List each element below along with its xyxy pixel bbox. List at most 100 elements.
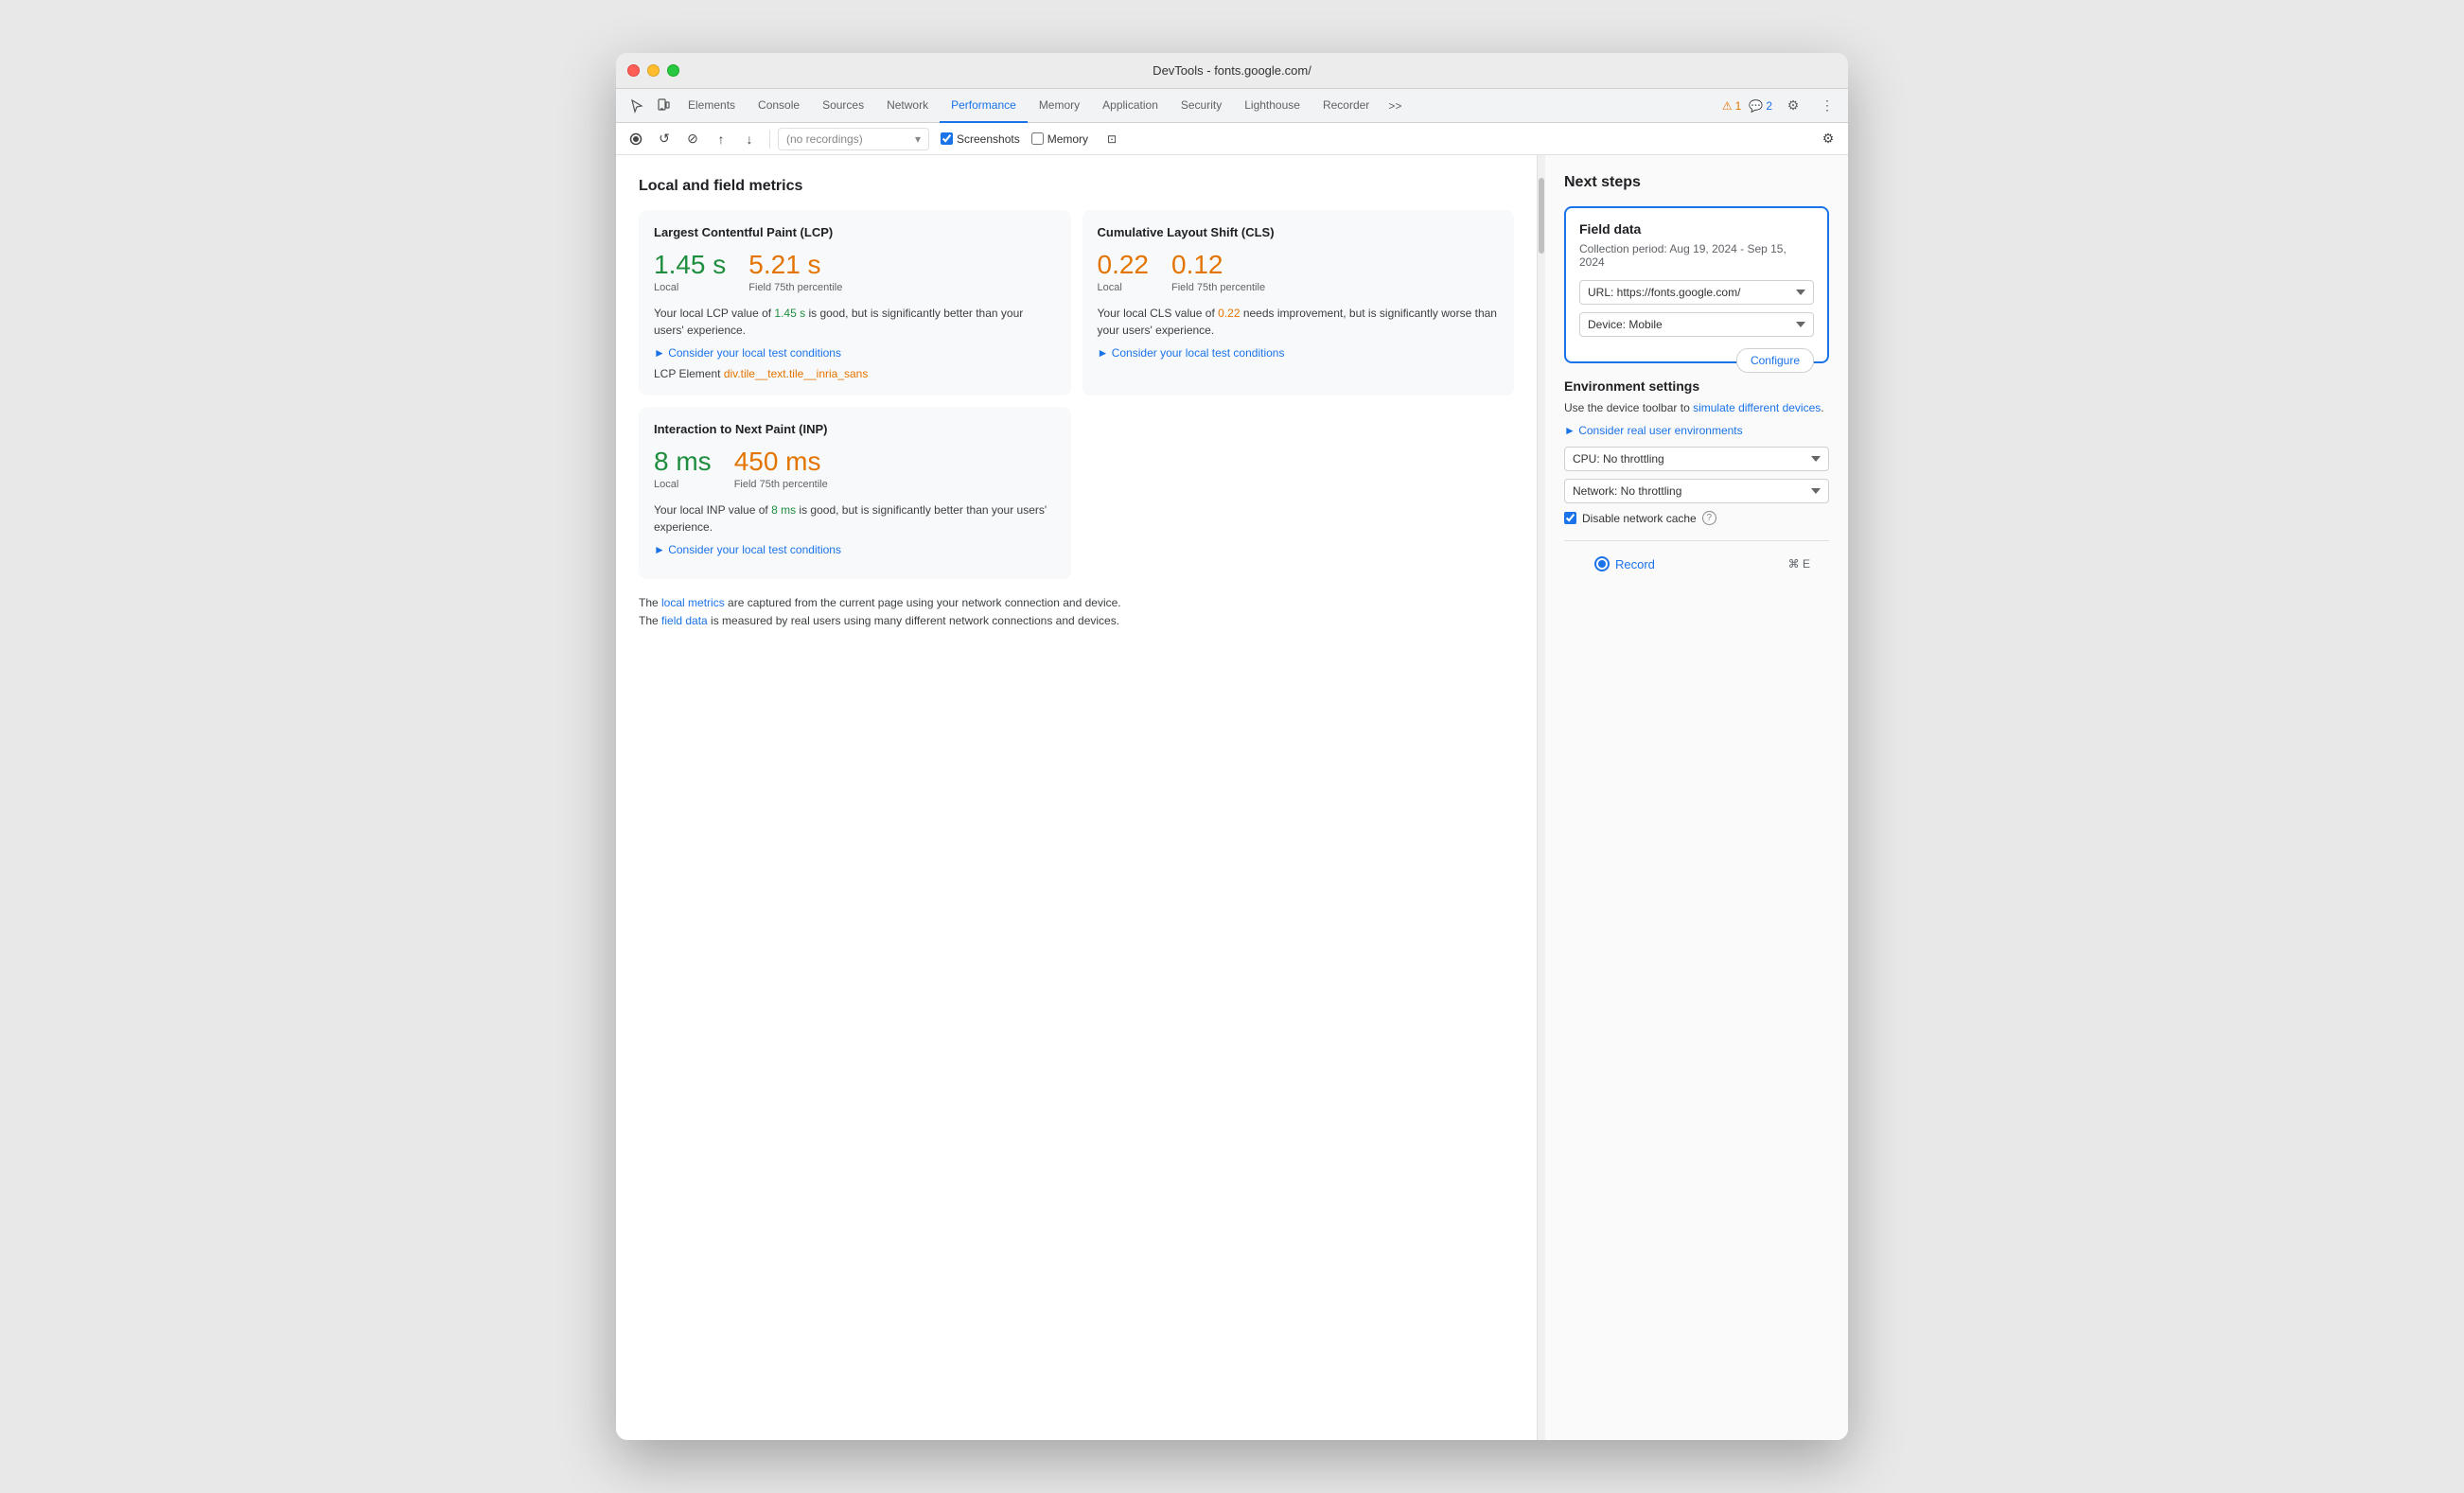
disable-cache-label: Disable network cache [1582, 512, 1697, 525]
tab-recorder[interactable]: Recorder [1311, 89, 1381, 123]
section-title: Local and field metrics [639, 178, 1514, 195]
lcp-local-group: 1.45 s Local [654, 251, 726, 293]
info-badge[interactable]: 💬 2 [1749, 99, 1772, 113]
tab-elements[interactable]: Elements [677, 89, 747, 123]
close-button[interactable] [627, 64, 640, 77]
simulate-link[interactable]: simulate different devices [1693, 401, 1821, 414]
disable-cache-group: Disable network cache ? [1564, 511, 1829, 525]
toolbar-right: ⚙ [1816, 127, 1840, 151]
device-select[interactable]: Device: Mobile [1579, 312, 1814, 337]
inp-description: Your local INP value of 8 ms is good, bu… [654, 501, 1056, 536]
tab-network[interactable]: Network [875, 89, 940, 123]
record-btn-toolbar[interactable] [624, 127, 648, 151]
field-data-link[interactable]: field data [661, 614, 708, 627]
inp-values: 8 ms Local 450 ms Field 75th percentile [654, 448, 1056, 490]
env-description: Use the device toolbar to simulate diffe… [1564, 399, 1829, 416]
network-select[interactable]: Network: No throttling [1564, 479, 1829, 503]
screenshots-checkbox-label[interactable]: Screenshots [941, 132, 1020, 146]
tab-security[interactable]: Security [1170, 89, 1233, 123]
metrics-grid-top: Largest Contentful Paint (LCP) 1.45 s Lo… [639, 210, 1514, 395]
toolbar-divider-1 [769, 130, 770, 149]
memory-checkbox[interactable] [1031, 132, 1044, 145]
record-circle [1594, 556, 1610, 571]
inp-card: Interaction to Next Paint (INP) 8 ms Loc… [639, 407, 1071, 579]
lcp-title: Largest Contentful Paint (LCP) [654, 225, 1056, 239]
local-metrics-link[interactable]: local metrics [661, 596, 725, 609]
lcp-field-label: Field 75th percentile [748, 282, 842, 293]
cls-consider[interactable]: ► Consider your local test conditions [1098, 346, 1500, 360]
env-consider[interactable]: ► Consider real user environments [1564, 424, 1829, 437]
lcp-values: 1.45 s Local 5.21 s Field 75th percentil… [654, 251, 1056, 293]
inp-consider[interactable]: ► Consider your local test conditions [654, 543, 1056, 556]
settings-icon-btn[interactable]: ⚙ [1780, 93, 1806, 119]
cls-card: Cumulative Layout Shift (CLS) 0.22 Local… [1082, 210, 1515, 395]
warning-count: 1 [1735, 99, 1742, 113]
clear-btn[interactable]: ⊘ [680, 127, 705, 151]
scrollbar-thumb[interactable] [1539, 178, 1544, 254]
cpu-select[interactable]: CPU: No throttling [1564, 447, 1829, 471]
memory-label: Memory [1047, 132, 1088, 146]
tab-sources[interactable]: Sources [811, 89, 875, 123]
field-data-title: Field data [1579, 221, 1814, 237]
env-title: Environment settings [1564, 378, 1829, 394]
env-desc-suffix: . [1821, 401, 1823, 414]
help-icon[interactable]: ? [1702, 511, 1716, 525]
field-data-card: Field data Collection period: Aug 19, 20… [1564, 206, 1829, 363]
more-options-btn[interactable]: ⋮ [1814, 93, 1840, 119]
toolbar-checkboxes: Screenshots Memory ⊡ [941, 127, 1124, 151]
record-shortcut: ⌘ E [1788, 557, 1810, 571]
window-title: DevTools - fonts.google.com/ [1153, 63, 1311, 78]
memory-checkbox-label[interactable]: Memory [1031, 132, 1088, 146]
lcp-field-value: 5.21 s [748, 251, 842, 280]
tab-memory[interactable]: Memory [1028, 89, 1091, 123]
download-btn[interactable]: ↓ [737, 127, 762, 151]
more-tabs-btn[interactable]: >> [1381, 99, 1409, 113]
inp-title: Interaction to Next Paint (INP) [654, 422, 1056, 436]
lcp-element-link[interactable]: div.tile__text.tile__inria_sans [724, 367, 869, 380]
tab-console[interactable]: Console [747, 89, 811, 123]
disable-cache-checkbox[interactable] [1564, 512, 1576, 524]
cls-local-label: Local [1098, 282, 1150, 293]
url-select[interactable]: URL: https://fonts.google.com/ [1579, 280, 1814, 305]
footer-text: The local metrics are captured from the … [639, 594, 1514, 630]
cursor-icon-btn[interactable] [624, 93, 650, 119]
info-count: 2 [1766, 99, 1772, 113]
left-panel: Local and field metrics Largest Contentf… [616, 155, 1538, 1440]
traffic-lights [627, 64, 679, 77]
minimize-button[interactable] [647, 64, 660, 77]
footer-line2-prefix: The [639, 614, 661, 627]
configure-btn[interactable]: Configure [1736, 348, 1814, 373]
tab-lighthouse[interactable]: Lighthouse [1233, 89, 1311, 123]
inp-field-group: 450 ms Field 75th percentile [734, 448, 828, 490]
record-button[interactable]: Record [1583, 553, 1666, 575]
lcp-element-prefix: LCP Element [654, 367, 724, 380]
cls-field-label: Field 75th percentile [1171, 282, 1265, 293]
devtools-tab-bar: Elements Console Sources Network Perform… [616, 89, 1848, 123]
lcp-field-group: 5.21 s Field 75th percentile [748, 251, 842, 293]
toolbar-settings-btn[interactable]: ⚙ [1816, 127, 1840, 151]
reload-btn[interactable]: ↺ [652, 127, 677, 151]
warning-icon: ⚠ [1722, 99, 1733, 113]
tab-application[interactable]: Application [1091, 89, 1170, 123]
device-icon-btn[interactable] [650, 93, 677, 119]
cls-values: 0.22 Local 0.12 Field 75th percentile [1098, 251, 1500, 293]
cls-desc-prefix: Your local CLS value of [1098, 307, 1219, 320]
cls-title: Cumulative Layout Shift (CLS) [1098, 225, 1500, 239]
memory-extra-btn[interactable]: ⊡ [1100, 127, 1124, 151]
upload-btn[interactable]: ↑ [709, 127, 733, 151]
inp-field-label: Field 75th percentile [734, 479, 828, 490]
footer-line2-suffix: is measured by real users using many dif… [708, 614, 1119, 627]
lcp-local-label: Local [654, 282, 726, 293]
footer-line1-prefix: The [639, 596, 661, 609]
warning-badge[interactable]: ⚠ 1 [1722, 99, 1741, 113]
recording-select[interactable]: (no recordings) ▾ [778, 128, 929, 150]
maximize-button[interactable] [667, 64, 679, 77]
scrollbar-area [1538, 155, 1545, 1440]
cls-local-value: 0.22 [1098, 251, 1150, 280]
empty-grid-cell [1082, 407, 1515, 579]
record-label: Record [1615, 557, 1655, 571]
screenshots-checkbox[interactable] [941, 132, 953, 145]
cls-field-group: 0.12 Field 75th percentile [1171, 251, 1265, 293]
tab-performance[interactable]: Performance [940, 89, 1028, 123]
lcp-consider[interactable]: ► Consider your local test conditions [654, 346, 1056, 360]
